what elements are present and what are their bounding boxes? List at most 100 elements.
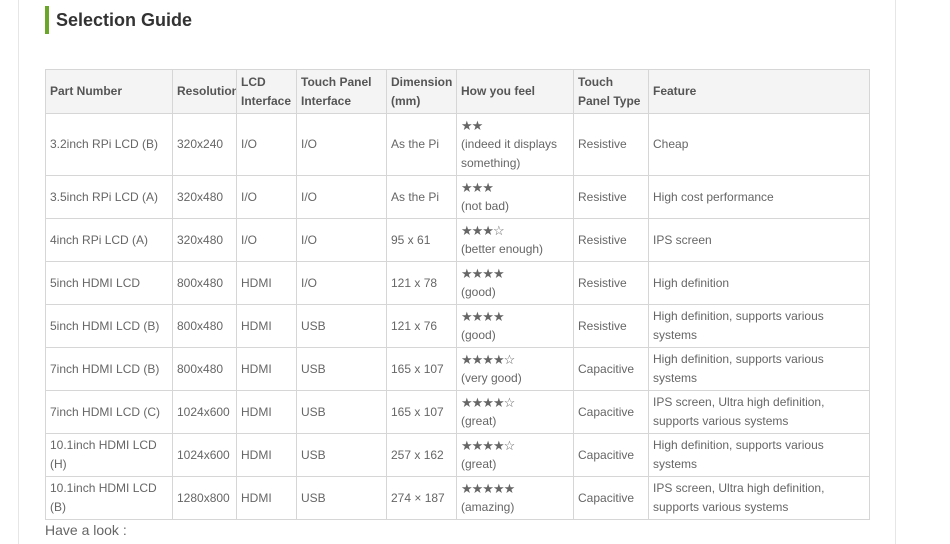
header-touch-panel-interface: Touch Panel Interface [296,69,387,114]
lcd-interface-cell: I/O [236,218,297,262]
touch-interface-cell: USB [296,304,387,348]
feature-cell: IPS screen, Ultra high definition, suppo… [648,390,870,434]
touch-interface-cell: USB [296,390,387,434]
feature-cell: IPS screen [648,218,870,262]
table-row: 5inch HDMI LCD 800x480 HDMI I/O 121 x 78… [45,261,870,305]
resolution-cell: 1280x800 [172,476,237,520]
resolution-cell: 800x480 [172,261,237,305]
resolution-cell: 1024x600 [172,390,237,434]
rating-cell: ★★ (indeed it displays something) [456,113,574,176]
dimension-cell: As the Pi [386,175,457,219]
feature-cell: High definition [648,261,870,305]
lcd-interface-cell: HDMI [236,347,297,391]
dimension-cell: 274 × 187 [386,476,457,520]
part-number-cell: 5inch HDMI LCD (B) [45,304,173,348]
table-header-row: Part Number Resolution LCD Interface Tou… [45,69,870,114]
feature-cell: Cheap [648,113,870,176]
panel-type-cell: Resistive [573,218,649,262]
feature-cell: High definition, supports various system… [648,304,870,348]
rating-note: (great) [461,456,497,471]
table-row: 7inch HDMI LCD (B) 800x480 HDMI USB 165 … [45,347,870,391]
rating-note: (very good) [461,370,522,385]
part-number-cell: 7inch HDMI LCD (B) [45,347,173,391]
resolution-cell: 320x480 [172,175,237,219]
star-rating-icon: ★★★★ [461,308,505,324]
rating-cell: ★★★★☆ (very good) [456,347,574,391]
dimension-cell: 165 x 107 [386,347,457,391]
lcd-interface-cell: HDMI [236,433,297,477]
dimension-cell: 257 x 162 [386,433,457,477]
header-touch-panel-type: Touch Panel Type [573,69,649,114]
star-rating-icon: ★★★★ [461,265,505,281]
rating-cell: ★★★☆ (better enough) [456,218,574,262]
rating-note: (not bad) [461,198,510,213]
dimension-cell: 165 x 107 [386,390,457,434]
feature-cell: High definition, supports various system… [648,347,870,391]
rating-note: (good) [461,284,496,299]
resolution-cell: 320x240 [172,113,237,176]
have-a-look-text: Have a look : [45,522,127,538]
panel-type-cell: Resistive [573,261,649,305]
feature-cell: High definition, supports various system… [648,433,870,477]
resolution-cell: 320x480 [172,218,237,262]
touch-interface-cell: I/O [296,218,387,262]
star-rating-icon: ★★★☆ [461,222,505,238]
part-number-cell: 3.2inch RPi LCD (B) [45,113,173,176]
feature-cell: IPS screen, Ultra high definition, suppo… [648,476,870,520]
touch-interface-cell: I/O [296,175,387,219]
touch-interface-cell: USB [296,476,387,520]
feature-cell: High cost performance [648,175,870,219]
panel-type-cell: Capacitive [573,347,649,391]
rating-note: (indeed it displays something) [461,136,558,170]
panel-type-cell: Resistive [573,304,649,348]
part-number-cell: 3.5inch RPi LCD (A) [45,175,173,219]
table-row: 10.1inch HDMI LCD (H) 1024x600 HDMI USB … [45,433,870,477]
table-row: 5inch HDMI LCD (B) 800x480 HDMI USB 121 … [45,304,870,348]
dimension-cell: As the Pi [386,113,457,176]
rating-cell: ★★★★ (good) [456,304,574,348]
header-feature: Feature [648,69,870,114]
rating-note: (great) [461,413,497,428]
header-part-number: Part Number [45,69,173,114]
lcd-interface-cell: HDMI [236,261,297,305]
rating-cell: ★★★★☆ (great) [456,433,574,477]
rating-cell: ★★★ (not bad) [456,175,574,219]
rating-note: (better enough) [461,241,544,256]
resolution-cell: 800x480 [172,304,237,348]
star-rating-icon: ★★★★☆ [461,437,515,453]
table-row: 10.1inch HDMI LCD (B) 1280x800 HDMI USB … [45,476,870,520]
star-rating-icon: ★★★★☆ [461,351,515,367]
table-row: 7inch HDMI LCD (C) 1024x600 HDMI USB 165… [45,390,870,434]
header-how-you-feel: How you feel [456,69,574,114]
resolution-cell: 1024x600 [172,433,237,477]
dimension-cell: 95 x 61 [386,218,457,262]
part-number-cell: 10.1inch HDMI LCD (B) [45,476,173,520]
rating-cell: ★★★★☆ (great) [456,390,574,434]
resolution-cell: 800x480 [172,347,237,391]
panel-type-cell: Resistive [573,175,649,219]
lcd-interface-cell: HDMI [236,304,297,348]
table-row: 4inch RPi LCD (A) 320x480 I/O I/O 95 x 6… [45,218,870,262]
part-number-cell: 5inch HDMI LCD [45,261,173,305]
table-body: 3.2inch RPi LCD (B) 320x240 I/O I/O As t… [45,113,870,520]
part-number-cell: 4inch RPi LCD (A) [45,218,173,262]
panel-type-cell: Capacitive [573,433,649,477]
lcd-interface-cell: HDMI [236,390,297,434]
header-dimension: Dimension (mm) [386,69,457,114]
header-lcd-interface: LCD Interface [236,69,297,114]
table-row: 3.5inch RPi LCD (A) 320x480 I/O I/O As t… [45,175,870,219]
page-title: Selection Guide [56,10,193,30]
section-heading: Selection Guide [45,6,192,34]
touch-interface-cell: I/O [296,261,387,305]
lcd-interface-cell: I/O [236,113,297,176]
rating-cell: ★★★★★ (amazing) [456,476,574,520]
part-number-cell: 10.1inch HDMI LCD (H) [45,433,173,477]
rating-note: (good) [461,327,496,342]
touch-interface-cell: USB [296,347,387,391]
header-resolution: Resolution [172,69,237,114]
star-rating-icon: ★★★★☆ [461,394,515,410]
panel-type-cell: Capacitive [573,476,649,520]
star-rating-icon: ★★★ [461,179,494,195]
panel-type-cell: Resistive [573,113,649,176]
star-rating-icon: ★★ [461,117,483,133]
